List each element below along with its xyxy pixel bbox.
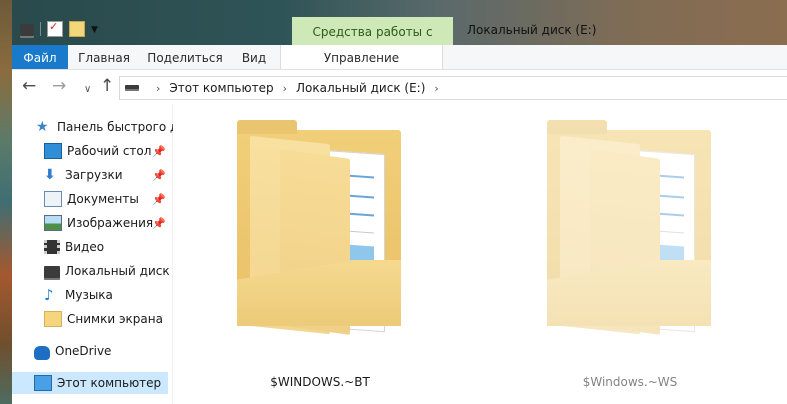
video-icon bbox=[44, 240, 60, 254]
tab-manage[interactable]: Управление bbox=[280, 45, 443, 69]
folder-name: $Windows.~WS bbox=[582, 375, 678, 389]
file-list: $WINDOWS.~BT $Windows.~WS bbox=[173, 104, 787, 404]
forward-arrow-icon[interactable]: → bbox=[52, 77, 66, 95]
quick-access-toolbar: ▼ bbox=[20, 20, 98, 38]
nav-item-label: Изображения bbox=[67, 216, 154, 230]
pin-icon[interactable]: 📌 bbox=[152, 145, 166, 158]
tab-file[interactable]: Файл bbox=[12, 45, 68, 69]
drive-icon bbox=[125, 85, 139, 91]
customize-dropdown-icon[interactable]: ▼ bbox=[91, 25, 98, 35]
desktop-background-strip bbox=[0, 0, 12, 404]
tab-share[interactable]: Поделиться bbox=[145, 45, 225, 69]
pictures-icon bbox=[44, 215, 62, 231]
nav-item-music[interactable]: ♪ Музыка bbox=[44, 284, 172, 306]
music-icon: ♪ bbox=[44, 286, 54, 304]
tab-home[interactable]: Главная bbox=[74, 45, 134, 69]
folder-name: $WINDOWS.~BT bbox=[270, 375, 370, 389]
nav-item-label: Документы bbox=[67, 192, 139, 206]
navigation-pane: ★ Панель быстрого доступа Рабочий стол 📌… bbox=[12, 104, 196, 404]
chevron-right-icon[interactable]: › bbox=[156, 82, 160, 95]
nav-item-downloads[interactable]: ⬇ Загрузки 📌 bbox=[44, 164, 172, 186]
star-icon: ★ bbox=[36, 119, 49, 135]
ribbon-tabs: Файл Главная Поделиться Вид Управление bbox=[12, 45, 787, 70]
nav-item-label: Снимки экрана bbox=[67, 312, 163, 326]
up-arrow-icon[interactable]: ↑ bbox=[100, 77, 114, 95]
download-icon: ⬇ bbox=[44, 167, 56, 183]
pin-icon[interactable]: 📌 bbox=[152, 169, 166, 182]
folder-icon bbox=[225, 110, 415, 340]
title-bar: ▼ Средства работы с дисками Локальный ди… bbox=[12, 0, 787, 69]
tab-view[interactable]: Вид bbox=[236, 45, 272, 69]
back-arrow-icon[interactable]: ← bbox=[22, 77, 36, 95]
address-bar[interactable]: › Этот компьютер › Локальный диск (E:) › bbox=[119, 76, 787, 100]
recent-locations-chevron-icon[interactable]: ∨ bbox=[84, 81, 91, 99]
drive-icon bbox=[44, 266, 60, 280]
pin-icon[interactable]: 📌 bbox=[152, 217, 166, 230]
breadcrumb-local-disk[interactable]: Локальный диск (E:) bbox=[296, 81, 425, 95]
folder-icon bbox=[44, 311, 62, 327]
nav-item-desktop[interactable]: Рабочий стол 📌 bbox=[44, 140, 172, 162]
onedrive-icon bbox=[34, 345, 50, 360]
nav-item-label: Видео bbox=[65, 240, 105, 254]
new-folder-icon[interactable] bbox=[69, 21, 85, 37]
computer-icon bbox=[34, 375, 52, 391]
nav-item-label: Этот компьютер bbox=[57, 376, 162, 390]
nav-item-documents[interactable]: Документы 📌 bbox=[44, 188, 172, 210]
nav-item-label: Загрузки bbox=[65, 168, 123, 182]
context-tab-group-header: Средства работы с дисками bbox=[292, 17, 453, 69]
documents-icon bbox=[44, 191, 62, 207]
breadcrumb-this-pc[interactable]: Этот компьютер bbox=[169, 81, 273, 95]
nav-item-label: Музыка bbox=[65, 288, 113, 302]
nav-item-label: Рабочий стол bbox=[67, 144, 152, 158]
qat-separator bbox=[40, 22, 41, 36]
nav-item-this-pc[interactable]: Этот компьютер bbox=[12, 372, 168, 394]
nav-item-screenshots[interactable]: Снимки экрана bbox=[44, 308, 172, 330]
window-title: Локальный диск (E:) bbox=[467, 23, 597, 37]
chevron-right-icon[interactable]: › bbox=[434, 82, 438, 95]
folder-item[interactable]: $Windows.~WS bbox=[535, 110, 725, 389]
nav-item-pictures[interactable]: Изображения 📌 bbox=[44, 212, 172, 234]
pin-icon[interactable]: 📌 bbox=[152, 193, 166, 206]
nav-item-label: Локальный диск (E:) bbox=[65, 264, 172, 278]
drive-icon[interactable] bbox=[20, 24, 34, 38]
folder-icon bbox=[535, 110, 725, 340]
navigation-bar: ← → ∨ ↑ › Этот компьютер › Локальный дис… bbox=[12, 70, 787, 104]
nav-item-videos[interactable]: Видео bbox=[44, 236, 172, 258]
properties-icon[interactable] bbox=[47, 20, 63, 37]
nav-item-quick-access[interactable]: ★ Панель быстрого доступа bbox=[36, 116, 196, 138]
desktop-icon bbox=[44, 143, 62, 159]
nav-item-label: OneDrive bbox=[55, 344, 112, 358]
nav-item-onedrive[interactable]: OneDrive bbox=[34, 340, 172, 362]
folder-item[interactable]: $WINDOWS.~BT bbox=[225, 110, 415, 389]
chevron-right-icon[interactable]: › bbox=[283, 82, 287, 95]
nav-item-local-disk[interactable]: Локальный диск (E:) bbox=[44, 260, 172, 282]
